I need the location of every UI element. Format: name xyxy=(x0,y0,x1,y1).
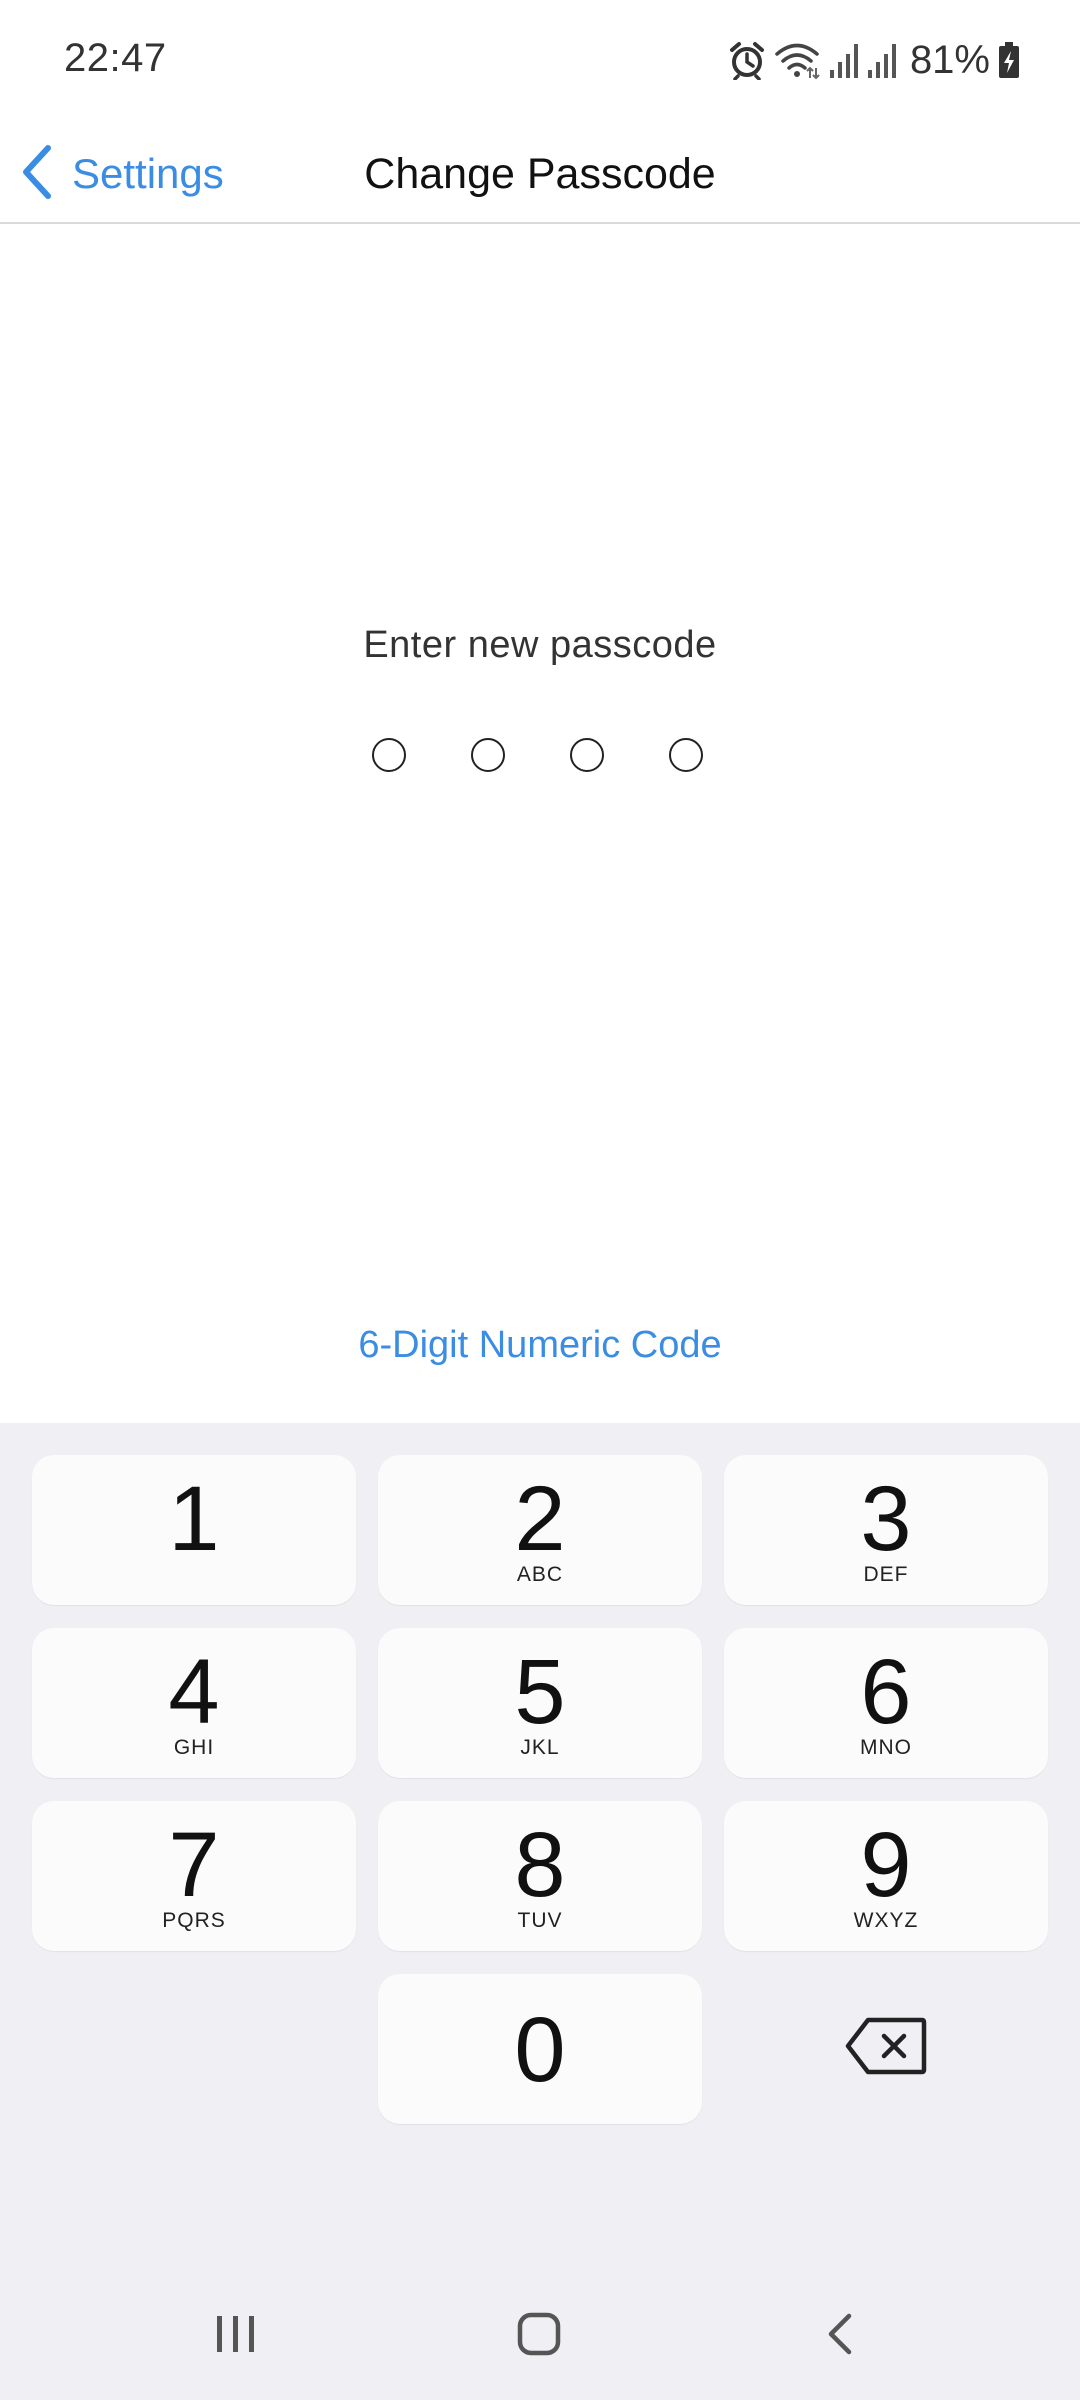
key-digit: 4 xyxy=(168,1641,220,1743)
status-time: 22:47 xyxy=(64,36,167,80)
navigation-bar: Settings Change Passcode xyxy=(0,124,1080,224)
key-digit: 1 xyxy=(168,1468,220,1570)
key-digit: 8 xyxy=(514,1814,566,1916)
signal-icon xyxy=(828,40,858,80)
key-6[interactable]: 6 MNO xyxy=(724,1628,1048,1778)
recents-icon xyxy=(213,2312,259,2361)
passcode-dot xyxy=(372,738,406,772)
key-letters: DEF xyxy=(863,1563,909,1586)
key-0[interactable]: 0 xyxy=(378,1974,702,2124)
key-digit: 0 xyxy=(514,1999,566,2101)
passcode-dot xyxy=(471,738,505,772)
key-letters: WXYZ xyxy=(853,1909,919,1932)
battery-percent: 81% xyxy=(909,37,990,82)
wifi-icon xyxy=(774,40,820,80)
key-digit: 6 xyxy=(860,1641,912,1743)
key-letters: JKL xyxy=(520,1736,560,1759)
battery-charging-icon xyxy=(998,40,1020,80)
system-navigation-bar xyxy=(0,2273,1080,2400)
key-3[interactable]: 3 DEF xyxy=(724,1455,1048,1605)
status-bar: 22:47 81% xyxy=(0,0,1080,124)
status-icons: 81% xyxy=(728,34,1020,86)
back-icon xyxy=(821,2310,861,2363)
passcode-options-link[interactable]: 6-Digit Numeric Code xyxy=(0,1324,1080,1367)
key-9[interactable]: 9 WXYZ xyxy=(724,1801,1048,1951)
passcode-dots xyxy=(372,738,708,774)
passcode-dot xyxy=(669,738,703,772)
delete-button[interactable] xyxy=(724,1973,1048,2123)
key-digit: 9 xyxy=(860,1814,912,1916)
back-label: Settings xyxy=(72,150,224,197)
key-1[interactable]: 1 xyxy=(32,1455,356,1605)
chevron-left-icon xyxy=(18,142,58,207)
key-5[interactable]: 5 JKL xyxy=(378,1628,702,1778)
key-letters: ABC xyxy=(516,1563,564,1586)
signal-icon xyxy=(866,40,896,80)
passcode-prompt: Enter new passcode xyxy=(363,624,717,666)
key-letters: GHI xyxy=(173,1736,215,1759)
home-button[interactable] xyxy=(459,2273,619,2400)
back-button[interactable]: Settings xyxy=(18,124,224,224)
key-digit: 3 xyxy=(860,1468,912,1570)
key-letters: PQRS xyxy=(162,1909,226,1932)
key-4[interactable]: 4 GHI xyxy=(32,1628,356,1778)
key-letters: TUV xyxy=(517,1909,563,1932)
key-7[interactable]: 7 PQRS xyxy=(32,1801,356,1951)
key-digit: 2 xyxy=(514,1468,566,1570)
key-digit: 7 xyxy=(168,1814,220,1916)
home-icon xyxy=(516,2311,562,2362)
key-2[interactable]: 2 ABC xyxy=(378,1455,702,1605)
alarm-icon xyxy=(728,40,766,80)
key-digit: 5 xyxy=(514,1641,566,1743)
passcode-dot xyxy=(570,738,604,772)
backspace-icon xyxy=(844,2016,928,2081)
key-8[interactable]: 8 TUV xyxy=(378,1801,702,1951)
key-letters: MNO xyxy=(860,1736,912,1759)
numeric-keypad: 1 2 ABC 3 DEF 4 GHI 5 JKL 6 MNO 7 PQRS 8… xyxy=(0,1423,1080,2273)
system-back-button[interactable] xyxy=(761,2273,921,2400)
recents-button[interactable] xyxy=(156,2273,316,2400)
